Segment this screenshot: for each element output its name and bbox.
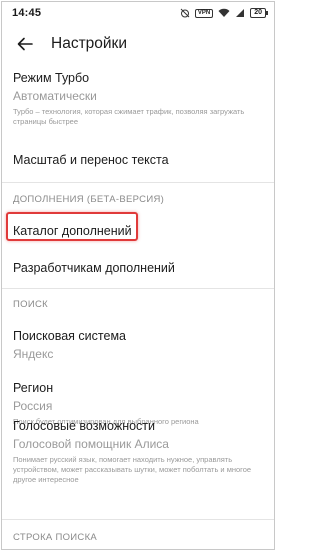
setting-turbo-value: Автоматически [13, 89, 97, 103]
setting-voice[interactable]: Голосовые возможности Голосовой помощник… [13, 419, 263, 485]
signal-icon [235, 8, 245, 18]
section-header-addons: ДОПОЛНЕНИЯ (БЕТА-ВЕРСИЯ) [13, 194, 165, 205]
setting-search-engine[interactable]: Поисковая система Яндекс [13, 329, 263, 361]
status-bar: 14:45 VPN 20 [2, 2, 274, 24]
section-header-search-bar: СТРОКА ПОИСКА [13, 532, 98, 543]
battery-icon: 20 [250, 8, 268, 18]
phone-screen: 14:45 VPN 20 Настройки Режим Турбо Автом… [1, 1, 275, 550]
setting-turbo-description: Турбо – технология, которая сжимает траф… [13, 107, 245, 126]
divider [2, 288, 274, 289]
setting-search-engine-value: Яндекс [13, 347, 54, 361]
setting-voice-value: Голосовой помощник Алиса [13, 437, 169, 451]
wifi-icon [218, 8, 230, 18]
app-header: Настройки [2, 24, 274, 64]
setting-voice-title: Голосовые возможности [13, 419, 156, 433]
page-title: Настройки [51, 35, 128, 52]
status-icons: VPN 20 [180, 8, 268, 18]
setting-region-value: Россия [13, 399, 53, 413]
status-time: 14:45 [12, 7, 42, 19]
setting-voice-description: Понимает русский язык, помогает находить… [13, 455, 252, 484]
settings-list: Режим Турбо Автоматически Турбо – технол… [2, 64, 274, 544]
setting-addons-developers[interactable]: Разработчикам дополнений [13, 261, 263, 275]
setting-scale[interactable]: Масштаб и перенос текста [13, 153, 263, 167]
divider [2, 182, 274, 183]
setting-scale-title: Масштаб и перенос текста [13, 153, 169, 167]
divider [2, 519, 274, 520]
setting-addons-developers-title: Разработчикам дополнений [13, 261, 175, 275]
setting-region-title: Регион [13, 381, 54, 395]
highlight-frame [6, 212, 138, 241]
setting-turbo[interactable]: Режим Турбо Автоматически Турбо – технол… [13, 71, 263, 127]
vpn-icon: VPN [194, 8, 214, 18]
setting-search-engine-title: Поисковая система [13, 329, 126, 343]
back-button[interactable] [12, 31, 38, 57]
setting-turbo-title: Режим Турбо [13, 71, 90, 85]
section-header-search: ПОИСК [13, 299, 48, 310]
alarm-off-icon [180, 8, 190, 18]
arrow-left-icon [17, 37, 33, 51]
